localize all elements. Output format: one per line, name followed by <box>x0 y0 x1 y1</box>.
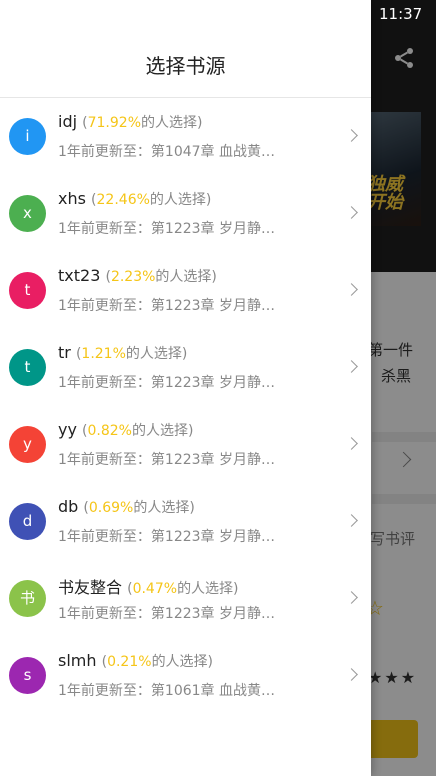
source-percent: 22.46% <box>96 192 150 208</box>
source-share: (0.82%的人选择) <box>82 423 194 439</box>
source-update: 1年前更新至：第1223章 岁月静… <box>58 298 275 314</box>
chevron-right-icon <box>345 283 358 296</box>
source-name: xhs <box>58 189 86 208</box>
source-title: 书友整合 (0.47%的人选择) <box>58 574 239 598</box>
source-percent: 0.69% <box>88 500 134 516</box>
source-name: db <box>58 497 79 516</box>
source-avatar: s <box>9 657 46 694</box>
chevron-right-icon <box>345 514 358 527</box>
source-percent-suffix: 的人选择) <box>125 346 188 362</box>
source-drawer: 选择书源 i idj (71.92%的人选择) 1年前更新至：第1047章 血战黄…… <box>0 0 371 776</box>
source-share: (0.21%的人选择) <box>101 654 214 670</box>
source-update: 1年前更新至：第1223章 岁月静… <box>58 221 275 237</box>
source-share: (2.23%的人选择) <box>105 269 217 285</box>
source-item[interactable]: d db (0.69%的人选择) 1年前更新至：第1223章 岁月静… <box>0 483 371 560</box>
source-share: (0.69%的人选择) <box>83 500 195 516</box>
source-avatar: t <box>9 272 46 309</box>
source-update: 1年前更新至：第1047章 血战黄… <box>58 144 275 160</box>
source-percent: 1.21% <box>81 346 126 362</box>
source-share: (0.47%的人选择) <box>127 581 239 597</box>
chevron-right-icon <box>345 668 358 681</box>
source-avatar: 书 <box>9 580 46 617</box>
source-list: i idj (71.92%的人选择) 1年前更新至：第1047章 血战黄… x xhs … <box>0 98 371 714</box>
source-title: tr (1.21%的人选择) <box>58 343 187 363</box>
source-item[interactable]: s slmh (0.21%的人选择) 1年前更新至：第1061章 血战黄… <box>0 637 371 714</box>
source-percent-suffix: 的人选择) <box>131 423 194 439</box>
source-percent: 0.82% <box>87 423 132 439</box>
source-update: 1年前更新至：第1223章 岁月静… <box>58 606 275 622</box>
source-name: 书友整合 <box>58 578 123 597</box>
source-avatar: x <box>9 195 46 232</box>
source-percent: 71.92% <box>87 115 141 131</box>
source-item[interactable]: y yy (0.82%的人选择) 1年前更新至：第1223章 岁月静… <box>0 406 371 483</box>
source-name: yy <box>58 420 77 439</box>
source-update: 1年前更新至：第1061章 血战黄… <box>58 683 275 699</box>
source-item[interactable]: t tr (1.21%的人选择) 1年前更新至：第1223章 岁月静… <box>0 329 371 406</box>
source-update: 1年前更新至：第1223章 岁月静… <box>58 529 275 545</box>
source-item[interactable]: t txt23 (2.23%的人选择) 1年前更新至：第1223章 岁月静… <box>0 252 371 329</box>
source-title: xhs (22.46%的人选择) <box>58 189 211 209</box>
source-title: txt23 (2.23%的人选择) <box>58 266 217 286</box>
chevron-right-icon <box>345 437 358 450</box>
source-title: slmh (0.21%的人选择) <box>58 651 213 671</box>
chevron-right-icon <box>345 129 358 142</box>
source-name: slmh <box>58 651 97 670</box>
chevron-right-icon <box>345 591 358 604</box>
source-share: (22.46%的人选择) <box>91 192 212 208</box>
source-name: idj <box>58 112 78 131</box>
chevron-right-icon <box>345 360 358 373</box>
source-item[interactable]: i idj (71.92%的人选择) 1年前更新至：第1047章 血战黄… <box>0 98 371 175</box>
source-percent-suffix: 的人选择) <box>151 654 214 670</box>
source-name: txt23 <box>58 266 101 285</box>
source-update: 1年前更新至：第1223章 岁月静… <box>58 375 275 391</box>
source-percent-suffix: 的人选择) <box>149 192 212 208</box>
source-title: yy (0.82%的人选择) <box>58 420 193 440</box>
source-title: db (0.69%的人选择) <box>58 497 195 517</box>
source-avatar: i <box>9 118 46 155</box>
source-update: 1年前更新至：第1223章 岁月静… <box>58 452 275 468</box>
source-name: tr <box>58 343 71 362</box>
source-item[interactable]: 书书友整合 (0.47%的人选择) 1年前更新至：第1223章 岁月静… <box>0 560 371 637</box>
source-share: (1.21%的人选择) <box>75 346 188 362</box>
source-avatar: t <box>9 349 46 386</box>
chevron-right-icon <box>345 206 358 219</box>
source-avatar: y <box>9 426 46 463</box>
source-percent-suffix: 的人选择) <box>155 269 217 285</box>
drawer-title: 选择书源 <box>145 54 226 78</box>
source-title: idj (71.92%的人选择) <box>58 112 202 132</box>
status-time: 11:37 <box>379 5 423 23</box>
source-item[interactable]: x xhs (22.46%的人选择) 1年前更新至：第1223章 岁月静… <box>0 175 371 252</box>
source-percent-suffix: 的人选择) <box>177 581 239 597</box>
source-percent-suffix: 的人选择) <box>133 500 195 516</box>
status-bar: 11:37 <box>366 0 436 30</box>
source-share: (71.92%的人选择) <box>82 115 203 131</box>
source-percent: 0.21% <box>107 654 152 670</box>
source-percent: 2.23% <box>110 269 156 285</box>
source-percent-suffix: 的人选择) <box>141 115 203 131</box>
source-avatar: d <box>9 503 46 540</box>
source-percent: 0.47% <box>132 581 178 597</box>
